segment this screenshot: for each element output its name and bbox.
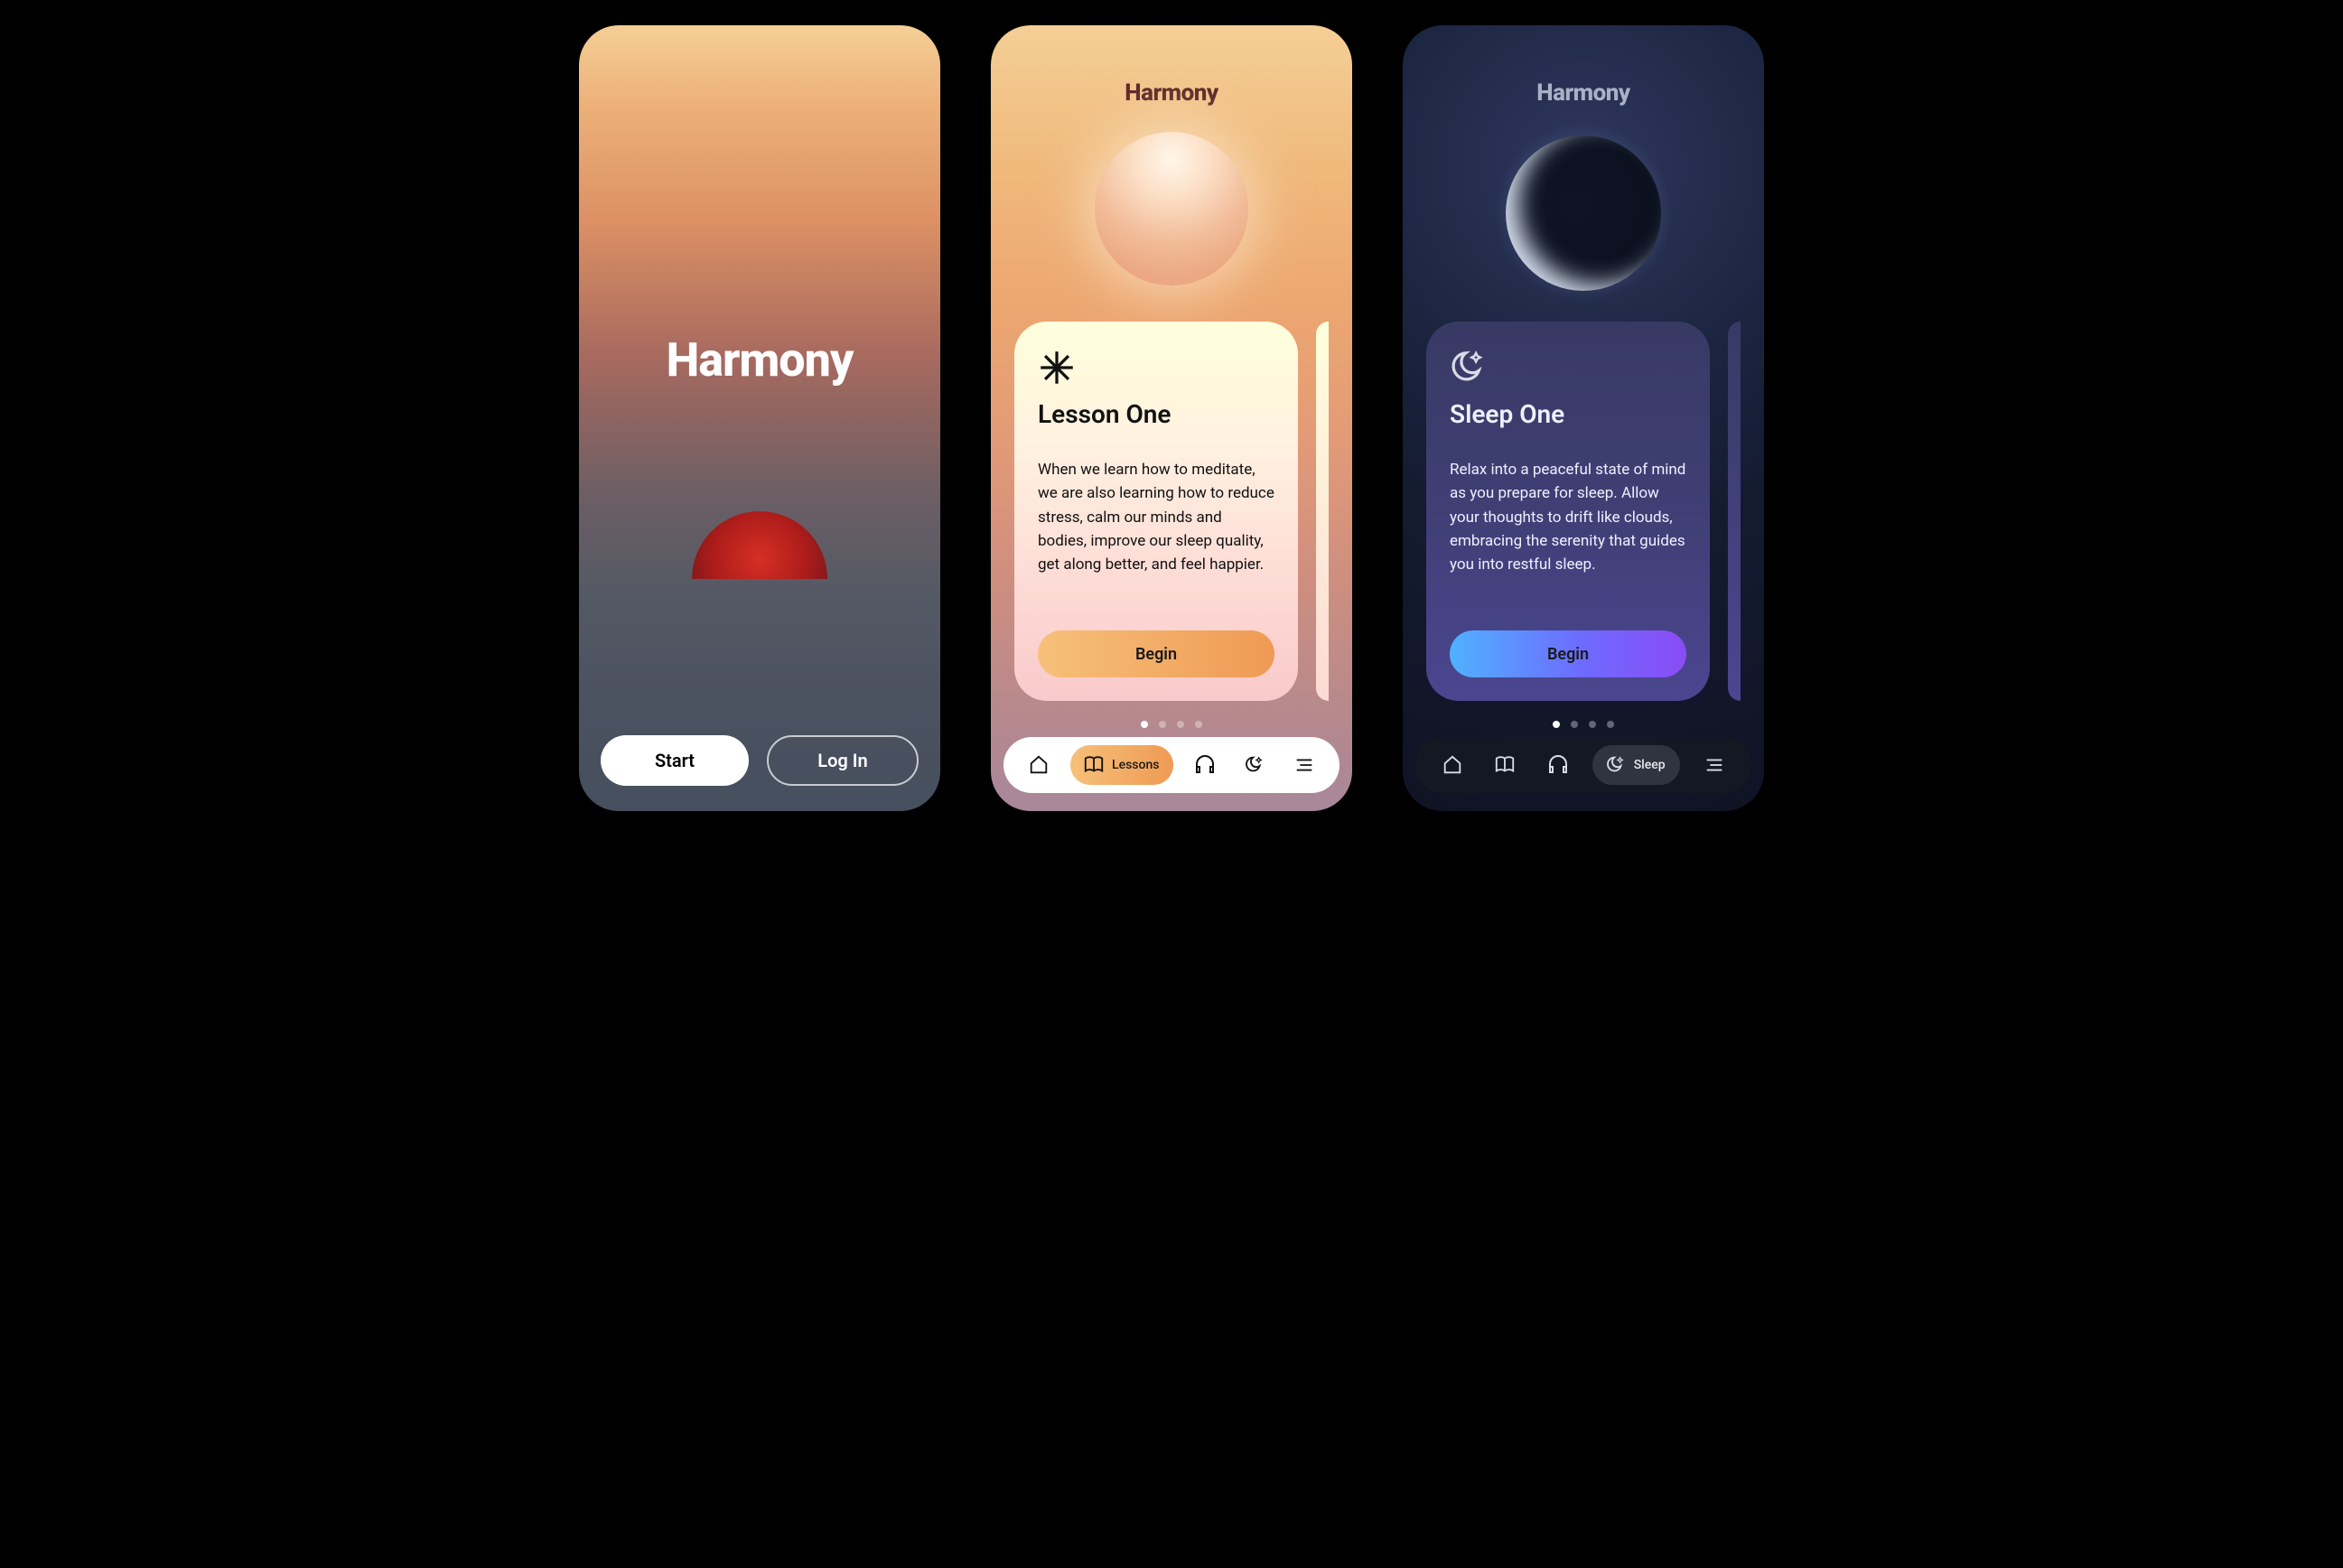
sleep-screen: Harmony Sleep One Relax into a peaceful …	[1403, 25, 1764, 811]
tab-home[interactable]	[1434, 747, 1470, 783]
page-dots	[991, 721, 1352, 728]
page-dot[interactable]	[1589, 721, 1596, 728]
tab-label: Sleep	[1634, 758, 1666, 772]
begin-button[interactable]: Begin	[1450, 630, 1686, 677]
page-dot[interactable]	[1177, 721, 1184, 728]
lesson-body: When we learn how to meditate, we are al…	[1038, 458, 1274, 607]
lesson-title: Lesson One	[1038, 399, 1274, 429]
eclipse-graphic	[1493, 123, 1674, 303]
begin-button[interactable]: Begin	[1038, 630, 1274, 677]
lessons-screen: Harmony Lesson One When we learn how to …	[991, 25, 1352, 811]
moon-star-icon	[1605, 754, 1627, 776]
moon-star-icon	[1244, 754, 1265, 776]
tab-sleep[interactable]	[1237, 747, 1273, 783]
menu-icon	[1293, 754, 1315, 776]
page-dot[interactable]	[1159, 721, 1166, 728]
tab-listen[interactable]	[1540, 747, 1576, 783]
tab-bar: Sleep	[1415, 737, 1751, 793]
app-logo-text: Harmony	[991, 79, 1352, 107]
book-icon	[1494, 754, 1516, 776]
headphones-icon	[1546, 753, 1570, 777]
book-icon	[1083, 754, 1105, 776]
sparkle-star-icon	[1038, 349, 1076, 387]
start-button[interactable]: Start	[601, 735, 749, 786]
tab-listen[interactable]	[1187, 747, 1223, 783]
page-dot[interactable]	[1195, 721, 1202, 728]
sleep-body: Relax into a peaceful state of mind as y…	[1450, 458, 1686, 607]
login-button[interactable]: Log In	[767, 735, 919, 786]
splash-screen: Harmony Start Log In	[579, 25, 940, 811]
menu-icon	[1704, 754, 1725, 776]
moon-star-icon	[1450, 349, 1488, 387]
tab-sleep-active[interactable]: Sleep	[1592, 745, 1680, 785]
next-card-peek[interactable]	[1316, 322, 1329, 701]
tab-lessons[interactable]	[1487, 747, 1523, 783]
page-dot[interactable]	[1607, 721, 1614, 728]
tab-bar: Lessons	[1003, 737, 1340, 793]
sun-orb-graphic	[1095, 132, 1248, 285]
tab-menu[interactable]	[1286, 747, 1322, 783]
lesson-card[interactable]: Lesson One When we learn how to meditate…	[1014, 322, 1298, 701]
app-logo-text: Harmony	[1403, 79, 1764, 107]
tab-label: Lessons	[1112, 758, 1159, 772]
app-logo-text: Harmony	[579, 332, 940, 387]
home-icon	[1442, 754, 1463, 776]
lesson-card-carousel[interactable]: Lesson One When we learn how to meditate…	[991, 322, 1352, 701]
home-icon	[1028, 754, 1050, 776]
tab-lessons-active[interactable]: Lessons	[1070, 745, 1173, 785]
tab-home[interactable]	[1021, 747, 1057, 783]
tab-menu[interactable]	[1696, 747, 1732, 783]
sleep-card[interactable]: Sleep One Relax into a peaceful state of…	[1426, 322, 1710, 701]
sleep-card-carousel[interactable]: Sleep One Relax into a peaceful state of…	[1403, 322, 1764, 701]
page-dot[interactable]	[1571, 721, 1578, 728]
page-dots	[1403, 721, 1764, 728]
sleep-title: Sleep One	[1450, 399, 1686, 429]
splash-bg	[579, 25, 940, 811]
page-dot[interactable]	[1141, 721, 1148, 728]
headphones-icon	[1193, 753, 1217, 777]
next-card-peek[interactable]	[1728, 322, 1741, 701]
page-dot[interactable]	[1553, 721, 1560, 728]
